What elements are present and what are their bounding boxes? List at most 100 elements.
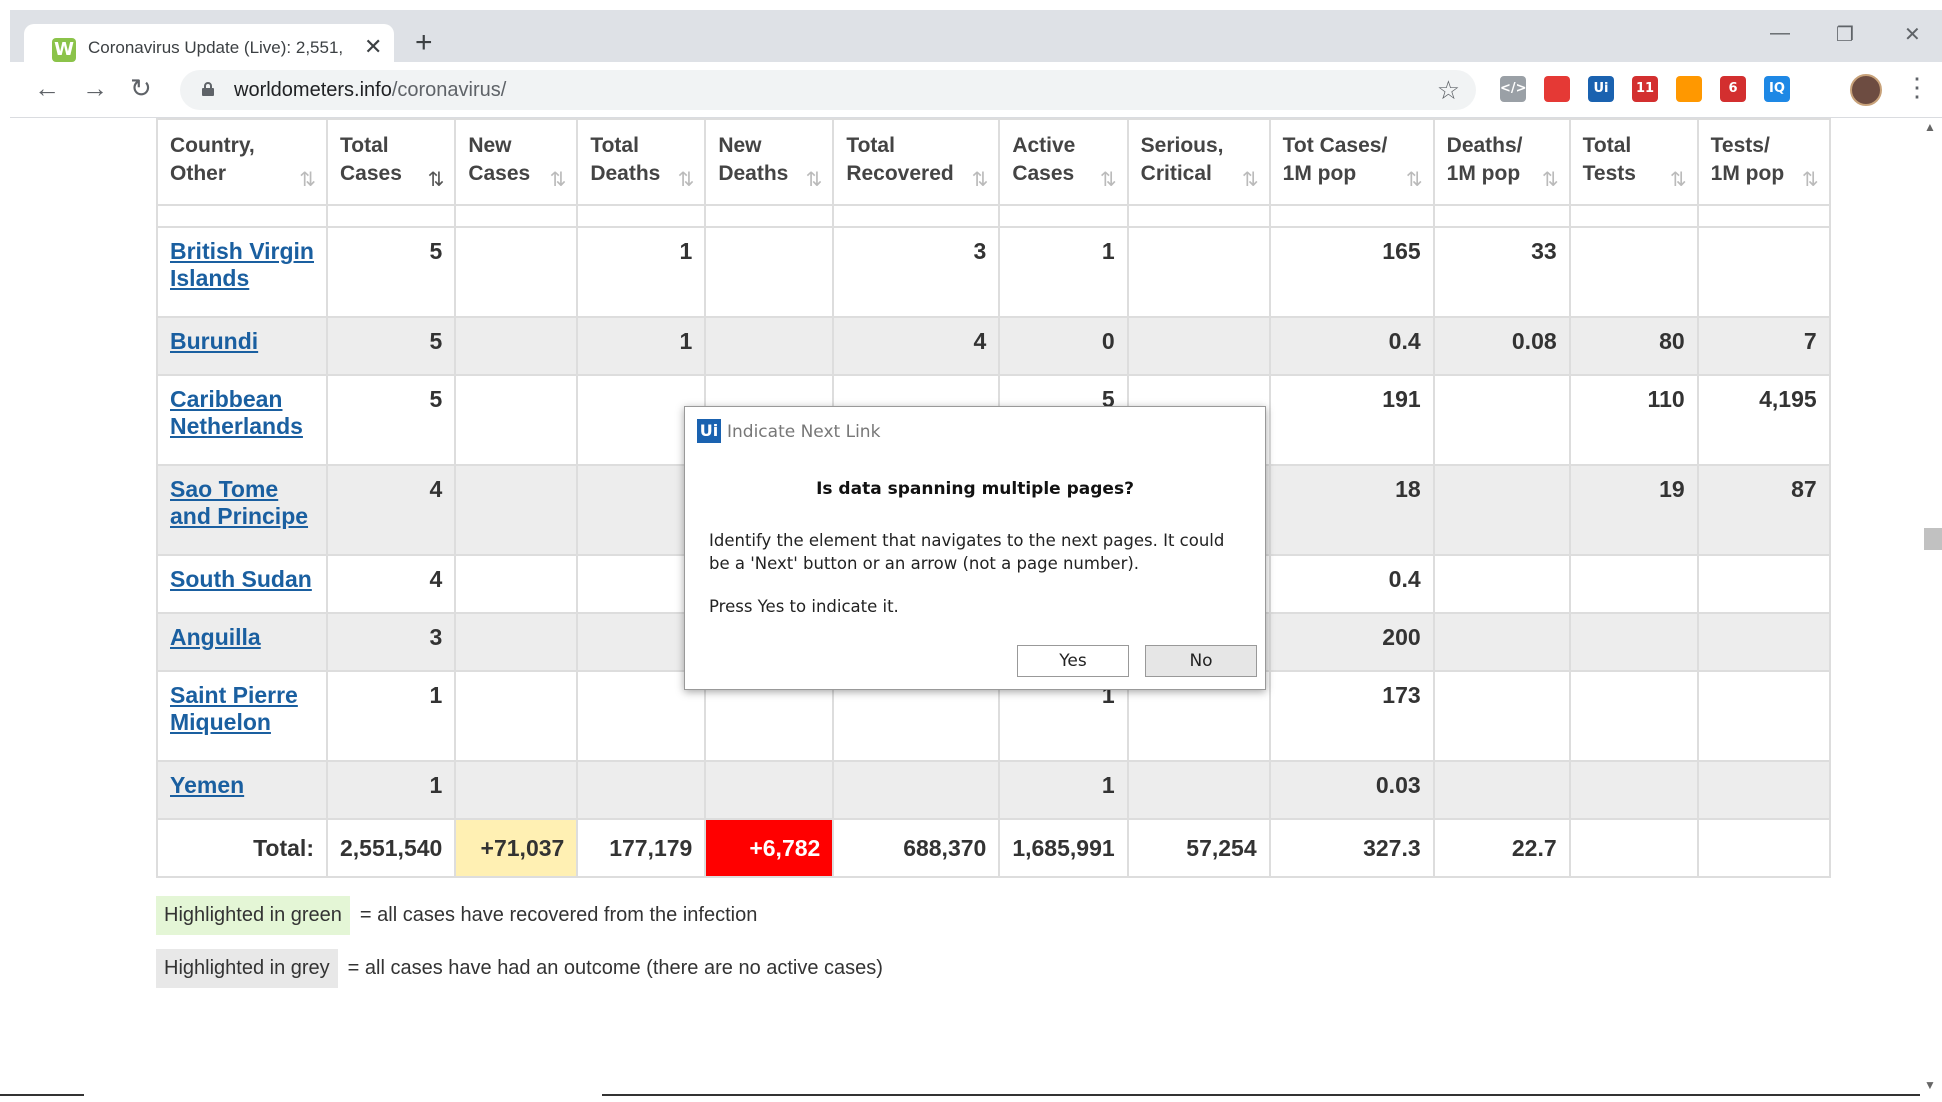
- reload-icon[interactable]: ↻: [130, 74, 152, 102]
- country-link[interactable]: Anguilla: [170, 624, 261, 650]
- table-row: British Virgin Islands 5 1 3 1 165 33: [156, 226, 1831, 318]
- country-link[interactable]: Saint Pierre Miquelon: [170, 682, 298, 735]
- column-header-11[interactable]: Tests/1M pop ⇅: [1696, 118, 1831, 206]
- table-cell: [1432, 204, 1571, 228]
- sort-icon[interactable]: ⇅: [1802, 167, 1819, 192]
- scroll-thumb[interactable]: [1924, 528, 1942, 550]
- total-cell: 22.7: [1432, 818, 1571, 878]
- sort-icon[interactable]: ⇅: [1242, 167, 1259, 192]
- forward-arrow-icon[interactable]: →: [82, 74, 108, 102]
- total-cell: 57,254: [1126, 818, 1271, 878]
- country-link[interactable]: British Virgin Islands: [170, 238, 314, 291]
- legend-green-chip: Highlighted in green: [156, 896, 350, 935]
- scroll-down-arrow-icon[interactable]: ▼: [1924, 1078, 1936, 1092]
- total-cell: 688,370: [832, 818, 1001, 878]
- column-header-10[interactable]: Total Tests ⇅: [1568, 118, 1699, 206]
- column-header-2[interactable]: New Cases ⇅: [454, 118, 579, 206]
- country-link[interactable]: Caribbean Netherlands: [170, 386, 303, 439]
- table-cell: 4: [832, 316, 1001, 376]
- column-header-0[interactable]: Country, Other ⇅: [156, 118, 328, 206]
- vertical-scrollbar[interactable]: ▲ ▼: [1920, 118, 1942, 1102]
- yes-button[interactable]: Yes: [1017, 645, 1129, 677]
- table-cell: [325, 204, 457, 228]
- table-cell: [156, 204, 328, 228]
- address-bar[interactable]: worldometers.info/coronavirus/ ☆: [180, 70, 1476, 110]
- table-cell: 200: [1268, 612, 1435, 672]
- table-cell: [1432, 464, 1571, 556]
- column-header-9[interactable]: Deaths/1M pop ⇅: [1432, 118, 1571, 206]
- color-wheel-icon[interactable]: [1544, 76, 1570, 102]
- sort-icon[interactable]: ⇅: [1542, 167, 1559, 192]
- table-cell: [704, 316, 835, 376]
- table-cell: 4,195: [1696, 374, 1831, 466]
- country-link[interactable]: Burundi: [170, 328, 258, 354]
- table-cell: [1568, 554, 1699, 614]
- table-cell: [1126, 760, 1271, 820]
- table-row: Yemen 1 1 0.03: [156, 760, 1831, 820]
- table-spacer-row: [156, 204, 1831, 228]
- header-label: Other: [170, 162, 227, 185]
- header-label: Serious,: [1140, 134, 1224, 157]
- country-link[interactable]: Sao Tome and Principe: [170, 476, 308, 529]
- table-cell: 5: [325, 374, 457, 466]
- table-cell: 0.03: [1268, 760, 1435, 820]
- minimize-icon[interactable]: —: [1770, 22, 1790, 45]
- uipath-extension-icon[interactable]: Ui: [1588, 76, 1614, 102]
- more-menu-icon[interactable]: ⋮: [1904, 72, 1930, 103]
- profile-avatar[interactable]: [1850, 74, 1882, 106]
- legend-green: Highlighted in green = all cases have rec…: [156, 896, 757, 935]
- sort-icon[interactable]: ⇅: [1100, 167, 1117, 192]
- column-header-7[interactable]: Serious, Critical ⇅: [1126, 118, 1271, 206]
- restore-icon[interactable]: ❐: [1836, 22, 1854, 47]
- new-tab-icon[interactable]: +: [415, 28, 433, 58]
- table-cell: [1432, 374, 1571, 466]
- total-cell: 327.3: [1268, 818, 1435, 878]
- country-link[interactable]: Yemen: [170, 772, 244, 798]
- window-close-icon[interactable]: ✕: [1904, 22, 1921, 47]
- tab-strip: W Coronavirus Update (Live): 2,551, ✕ + …: [0, 0, 1942, 72]
- table-cell: [1268, 204, 1435, 228]
- no-button[interactable]: No: [1145, 645, 1257, 677]
- iq-icon[interactable]: IQ: [1764, 76, 1790, 102]
- table-cell: 5: [325, 226, 457, 318]
- back-arrow-icon[interactable]: ←: [34, 74, 60, 102]
- table-cell: 0: [998, 316, 1129, 376]
- table-cell: [1696, 204, 1831, 228]
- column-header-1[interactable]: Total Cases ⇅: [325, 118, 457, 206]
- sort-icon[interactable]: ⇅: [806, 167, 823, 192]
- code-icon[interactable]: </>: [1500, 76, 1527, 102]
- lastpass-icon[interactable]: 6: [1720, 76, 1746, 102]
- header-label: Total: [1582, 134, 1632, 157]
- paint-icon[interactable]: [1676, 76, 1702, 102]
- table-cell: 33: [1432, 226, 1571, 318]
- sort-icon[interactable]: ⇅: [299, 167, 316, 192]
- bookmark-star-icon[interactable]: ☆: [1437, 75, 1460, 106]
- table-cell: [1432, 612, 1571, 672]
- sort-icon[interactable]: ⇅: [678, 167, 695, 192]
- tab-close-icon[interactable]: ✕: [364, 34, 382, 60]
- total-label: Total:: [156, 818, 328, 878]
- worldometers-favicon-icon: W: [52, 38, 76, 62]
- country-link[interactable]: South Sudan: [170, 566, 312, 592]
- table-cell: 0.4: [1268, 316, 1435, 376]
- sort-icon[interactable]: ⇅: [428, 167, 445, 192]
- scroll-up-arrow-icon[interactable]: ▲: [1924, 120, 1936, 134]
- column-header-8[interactable]: Tot Cases/1M pop ⇅: [1268, 118, 1435, 206]
- column-header-5[interactable]: Total Recovered ⇅: [832, 118, 1001, 206]
- column-header-3[interactable]: Total Deaths ⇅: [576, 118, 707, 206]
- total-cell: 177,179: [576, 818, 707, 878]
- country-cell: Sao Tome and Principe: [156, 464, 328, 556]
- sort-icon[interactable]: ⇅: [550, 167, 567, 192]
- country-cell: Burundi: [156, 316, 328, 376]
- header-label: Deaths/: [1446, 134, 1523, 157]
- sort-icon[interactable]: ⇅: [972, 167, 989, 192]
- dialog-title: Indicate Next Link: [727, 422, 881, 442]
- sort-icon[interactable]: ⇅: [1670, 167, 1687, 192]
- column-header-6[interactable]: Active Cases ⇅: [998, 118, 1129, 206]
- column-header-4[interactable]: New Deaths ⇅: [704, 118, 835, 206]
- table-cell: [1568, 670, 1699, 762]
- table-cell: [704, 226, 835, 318]
- sort-icon[interactable]: ⇅: [1406, 167, 1423, 192]
- calendar-icon[interactable]: 11: [1632, 76, 1658, 102]
- table-cell: 19: [1568, 464, 1699, 556]
